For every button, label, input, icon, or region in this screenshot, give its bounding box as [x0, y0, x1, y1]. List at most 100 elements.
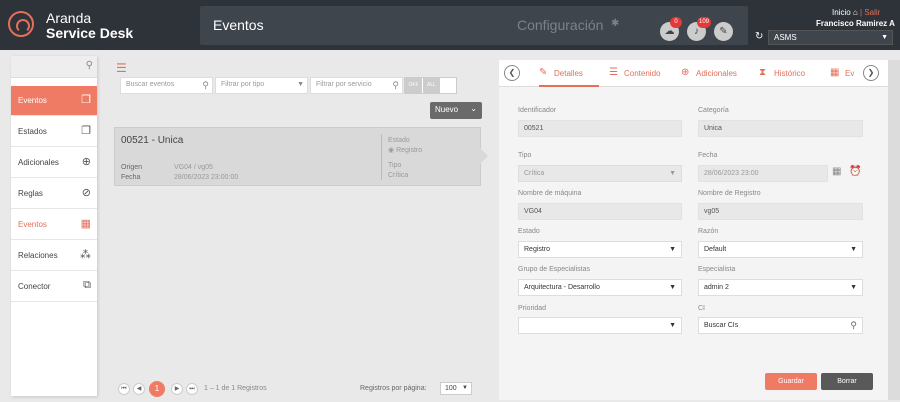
ci-search-input[interactable]: Buscar CIs ⚲ [698, 317, 863, 334]
salir-link[interactable]: Salir [864, 8, 880, 17]
list-icon: ☰ [609, 67, 618, 78]
grupo-value: Arquitectura - Desarrollo [524, 284, 600, 291]
chevron-down-icon: ▼ [669, 170, 676, 177]
connector-icon: ⧉ [83, 279, 91, 291]
prioridad-select[interactable]: ▼ [518, 317, 682, 334]
registro-field: vg05 [698, 203, 863, 220]
scrollbar[interactable] [888, 60, 900, 400]
config-link[interactable]: Configuración [517, 17, 603, 33]
event-card[interactable]: 00521 - Unica Origen VG04 / vg05 Fecha 2… [114, 127, 481, 186]
date-value: 28/06/2023 23:00:00 [174, 174, 239, 181]
categoria-value: Unica [704, 125, 722, 132]
delete-button[interactable]: Borrar [821, 373, 873, 390]
user-name: Francisco Ramirez A [816, 19, 895, 28]
sidebar-item-reglas[interactable]: Reglas ⊘ [11, 179, 97, 209]
menu-icon[interactable]: ☰ [116, 61, 127, 75]
plus-circle-icon: ⊕ [681, 67, 690, 78]
tabs-next-icon[interactable]: ❯ [863, 65, 879, 81]
inicio-link[interactable]: Inicio [832, 8, 851, 17]
service-filter-placeholder: Filtrar por servicio [316, 81, 372, 88]
especialista-select[interactable]: admin 2 ▼ [698, 279, 863, 296]
top-bar: Aranda Service Desk Eventos Configuració… [0, 0, 900, 50]
pager-info: 1 – 1 de 1 Registros [204, 385, 267, 392]
off-all-toggle[interactable]: OFF ALL [404, 77, 457, 94]
alarm-clock-icon[interactable]: ⏰ [849, 166, 861, 177]
state-value: Registro [396, 147, 423, 154]
notification-badge: 0 [670, 17, 682, 28]
state-dot-icon: ◉ [388, 147, 395, 154]
estado-label: Estado [518, 228, 540, 235]
grupo-select[interactable]: Arquitectura - Desarrollo ▼ [518, 279, 682, 296]
search-icon[interactable]: ⚲ [86, 60, 93, 71]
search-events-input[interactable]: Buscar eventos ⚲ [120, 77, 213, 94]
sidebar-item-relaciones[interactable]: Relaciones ⁂ [11, 241, 97, 271]
tab-adicionales[interactable]: ⊕ Adicionales [681, 60, 751, 87]
first-page-icon[interactable]: ⏮ [118, 383, 130, 395]
estado-value: Registro [524, 246, 551, 253]
sidebar-item-eventos[interactable]: Eventos ❐ [11, 86, 97, 116]
grupo-label: Grupo de Especialistas [518, 266, 590, 273]
calendar-icon[interactable]: ▦ [832, 166, 841, 177]
sidebar-item-label: Reglas [18, 189, 43, 198]
home-icon[interactable]: ⌂ [853, 8, 858, 17]
cloud-notification-icon[interactable]: ☁ 0 [660, 17, 682, 41]
current-page[interactable]: 1 [149, 381, 165, 397]
copy-icon: ❐ [81, 94, 91, 106]
save-button[interactable]: Guardar [765, 373, 817, 390]
event-title: 00521 - Unica [121, 135, 184, 146]
identificador-value: 00521 [524, 125, 544, 132]
card-pointer [480, 148, 488, 164]
tipo-value: Crítica [524, 170, 545, 177]
page-title: Eventos [213, 17, 264, 33]
identificador-label: Identificador [518, 107, 557, 114]
brand-product: Service Desk [46, 25, 134, 41]
search-icon[interactable]: ⚲ [850, 320, 857, 331]
search-icon[interactable]: ⚲ [202, 80, 209, 91]
calendar-icon: ▦ [80, 218, 91, 230]
card-divider [381, 134, 382, 180]
plus-circle-icon: ⊕ [81, 156, 91, 168]
refresh-icon[interactable]: ↻ [755, 31, 763, 42]
tab-historico[interactable]: ⧗ Histórico [759, 60, 821, 87]
categoria-field: Unica [698, 120, 863, 137]
sidebar-item-label: Eventos [18, 96, 47, 105]
tab-label: Detalles [554, 69, 583, 78]
tab-contenido[interactable]: ☰ Contenido [609, 60, 673, 87]
last-page-icon[interactable]: ⏭ [186, 383, 198, 395]
aranda-logo-icon [8, 11, 34, 37]
new-button[interactable]: Nuevo ⌄ [430, 102, 482, 119]
type-filter-placeholder: Filtrar por tipo [221, 81, 265, 88]
sidebar-item-estados[interactable]: Estados ❐ [11, 117, 97, 147]
type-filter-select[interactable]: Filtrar por tipo ▼ [215, 77, 308, 94]
sidebar-item-label: Eventos [18, 220, 47, 229]
service-filter-input[interactable]: Filtrar por servicio ⚲ [310, 77, 403, 94]
hourglass-icon: ⧗ [759, 67, 767, 78]
tab-detalles[interactable]: ✎ Detalles [539, 60, 599, 87]
next-page-icon[interactable]: ▶ [171, 383, 183, 395]
fecha-value: 28/06/2023 23:00 [704, 170, 759, 177]
per-page-select[interactable]: 100 ▼ [440, 382, 472, 395]
network-icon: ⁂ [80, 249, 91, 261]
chevron-down-icon: ▼ [850, 246, 857, 253]
tools-icon[interactable]: ✎ [714, 22, 733, 41]
estado-select[interactable]: Registro ▼ [518, 241, 682, 258]
search-icon[interactable]: ⚲ [392, 80, 399, 91]
origin-value: VG04 / vg05 [174, 164, 213, 171]
especialista-label: Especialista [698, 266, 736, 273]
tabs-prev-icon[interactable]: ❮ [504, 65, 520, 81]
notification-badge: 109 [697, 17, 712, 28]
project-select[interactable]: ASMS ▼ [768, 30, 893, 45]
sidebar-item-eventos-2[interactable]: Eventos ▦ [11, 210, 97, 240]
chevron-down-icon: ▼ [297, 81, 304, 88]
razon-label: Razón [698, 228, 719, 235]
sidebar-search[interactable]: ⚲ [11, 56, 97, 78]
bell-icon[interactable]: ♪ 109 [687, 17, 712, 41]
prev-page-icon[interactable]: ◀ [133, 383, 145, 395]
tab-bar: ❮ ✎ Detalles ☰ Contenido ⊕ Adicionales ⧗… [499, 60, 888, 87]
sidebar-item-conector[interactable]: Conector ⧉ [11, 272, 97, 302]
tab-eventos[interactable]: ▦ Ev [830, 60, 856, 87]
razon-select[interactable]: Default ▼ [698, 241, 863, 258]
sidebar-item-adicionales[interactable]: Adicionales ⊕ [11, 148, 97, 178]
sidebar-item-label: Conector [18, 282, 51, 291]
gear-icon[interactable]: ✱ [611, 18, 619, 29]
